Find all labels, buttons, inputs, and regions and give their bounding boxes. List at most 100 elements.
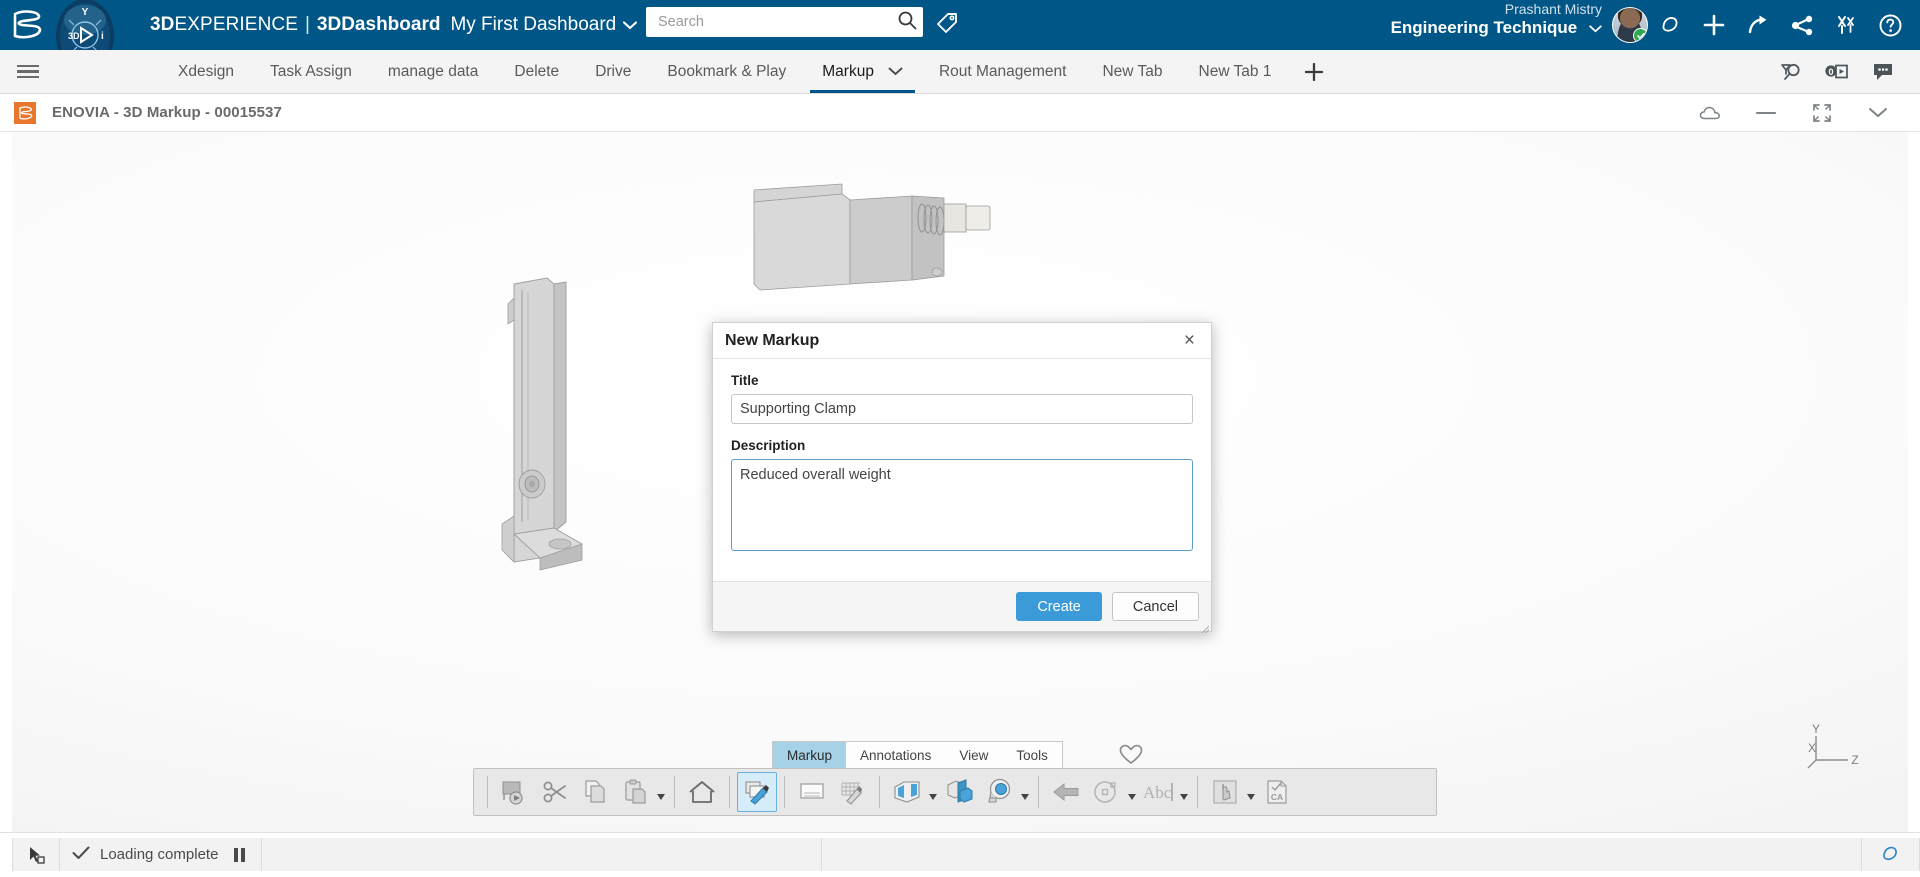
dashboard-chevron-down-icon[interactable] <box>623 17 638 35</box>
add-tab-button[interactable] <box>1289 50 1339 93</box>
tab-list: Xdesign Task Assign manage data Delete D… <box>160 50 1339 93</box>
markup-toolbar: Abc CA <box>473 768 1437 816</box>
circle-dropdown-caret-icon[interactable] <box>1126 772 1138 812</box>
status-badge-online <box>1633 28 1647 42</box>
description-field-label: Description <box>731 438 806 453</box>
chevron-down-icon[interactable] <box>1850 94 1906 132</box>
pick-cursor-icon[interactable] <box>12 838 60 871</box>
screen-capture-icon[interactable] <box>495 772 535 812</box>
circle-annotation-icon[interactable] <box>1086 772 1126 812</box>
close-icon[interactable]: × <box>1180 329 1199 352</box>
view-capture-icon[interactable] <box>887 772 927 812</box>
tab-task-assign[interactable]: Task Assign <box>252 50 370 93</box>
comments-icon[interactable] <box>1860 50 1906 94</box>
media-play-count-icon[interactable]: 0 <box>1814 50 1860 94</box>
tab-label: Task Assign <box>270 62 352 80</box>
cloud-icon[interactable] <box>1682 94 1738 132</box>
tab-delete[interactable]: Delete <box>496 50 577 93</box>
tab-manage-data[interactable]: manage data <box>370 50 497 93</box>
user-chevron-down-icon[interactable] <box>1589 19 1602 38</box>
dashboard-name[interactable]: My First Dashboard <box>450 14 616 36</box>
tab-rout-management[interactable]: Rout Management <box>921 50 1085 93</box>
status-bar-spacer-right <box>822 838 1862 871</box>
avatar[interactable] <box>1612 7 1648 43</box>
pause-icon[interactable] <box>234 847 246 862</box>
search-icon[interactable] <box>897 10 917 35</box>
measure-dropdown-caret-icon[interactable] <box>1019 772 1031 812</box>
paste-dropdown-caret-icon[interactable] <box>655 772 667 812</box>
social-share-icon[interactable] <box>1780 0 1824 50</box>
tab-new-tab-1[interactable]: New Tab 1 <box>1181 50 1290 93</box>
measure-tape-icon[interactable] <box>979 772 1019 812</box>
user-role[interactable]: Engineering Technique <box>1391 19 1602 38</box>
hamburger-menu-icon[interactable] <box>0 50 56 93</box>
description-textarea[interactable] <box>731 459 1193 551</box>
pointer-dropdown-caret-icon[interactable] <box>1245 772 1257 812</box>
enovia-3ds-icon <box>14 101 36 124</box>
user-block[interactable]: Prashant Mistry Engineering Technique <box>1391 1 1602 38</box>
tab-bar-actions: 0 <box>1768 50 1920 93</box>
tab-label: Delete <box>514 62 560 80</box>
search-input[interactable] <box>658 14 897 30</box>
dialog-resize-handle[interactable] <box>1200 620 1210 634</box>
cmdtab-annotations[interactable]: Annotations <box>846 742 945 768</box>
fullscreen-icon[interactable] <box>1794 94 1850 132</box>
notification-bell-icon[interactable] <box>1862 838 1920 871</box>
arrow-annotation-icon[interactable] <box>1046 772 1086 812</box>
section-view-icon[interactable] <box>939 772 979 812</box>
user-role-label: Engineering Technique <box>1390 18 1578 38</box>
tab-label: manage data <box>387 62 479 80</box>
export-ca-icon[interactable]: CA <box>1257 772 1297 812</box>
add-plus-icon[interactable] <box>1692 0 1736 50</box>
tab-new-tab[interactable]: New Tab <box>1084 50 1180 93</box>
tab-chevron-down-icon[interactable] <box>888 67 903 76</box>
app-title-bar: ENOVIA - 3D Markup - 00015537 <box>0 94 1920 132</box>
notification-bell-icon[interactable] <box>1648 0 1692 50</box>
cmdtab-markup[interactable]: Markup <box>773 742 847 768</box>
dialog-footer: Create Cancel <box>713 581 1211 631</box>
status-bar-spacer-left <box>262 838 822 871</box>
tab-drive[interactable]: Drive <box>577 50 649 93</box>
text-abc-icon[interactable]: Abc <box>1138 772 1178 812</box>
new-markup-icon[interactable] <box>737 772 777 812</box>
search-inspect-icon[interactable] <box>1768 50 1814 94</box>
svg-text:i: i <box>101 31 104 42</box>
search-box[interactable] <box>646 7 923 37</box>
cmdtab-tools[interactable]: Tools <box>1002 742 1062 768</box>
create-button[interactable]: Create <box>1016 592 1102 621</box>
title-input[interactable] <box>731 394 1193 424</box>
tab-label: Rout Management <box>938 62 1067 80</box>
copy-icon[interactable] <box>575 772 615 812</box>
collaboration-icon[interactable] <box>1824 0 1868 50</box>
tab-xdesign[interactable]: Xdesign <box>160 50 252 93</box>
heart-icon[interactable] <box>1118 742 1144 771</box>
dialog-body: Title Description <box>713 359 1211 566</box>
minimize-icon[interactable] <box>1738 94 1794 132</box>
tab-bookmark-and-play[interactable]: Bookmark & Play <box>649 50 804 93</box>
status-bar: Loading complete <box>0 832 1920 877</box>
svg-text:0: 0 <box>1828 67 1833 77</box>
svg-text:Y: Y <box>1812 722 1820 736</box>
cmdtab-label: Markup <box>787 747 833 763</box>
pointer-hand-icon[interactable] <box>1205 772 1245 812</box>
cut-scissors-icon[interactable] <box>535 772 575 812</box>
ds-logo-icon[interactable] <box>0 0 58 50</box>
cancel-button[interactable]: Cancel <box>1111 592 1199 621</box>
cmdtab-label: Tools <box>1016 747 1048 763</box>
slide-icon[interactable] <box>792 772 832 812</box>
paste-icon[interactable] <box>615 772 655 812</box>
view-capture-dropdown-caret-icon[interactable] <box>927 772 939 812</box>
toolbar-divider <box>1038 776 1039 808</box>
tab-label: Drive <box>595 62 632 80</box>
status-text: Loading complete <box>100 846 219 863</box>
home-icon[interactable] <box>682 772 722 812</box>
text-dropdown-caret-icon[interactable] <box>1178 772 1190 812</box>
help-icon[interactable] <box>1868 0 1912 50</box>
tab-markup[interactable]: Markup <box>804 50 921 93</box>
cmdtab-view[interactable]: View <box>945 742 1002 768</box>
cmdtab-label: Annotations <box>860 747 932 763</box>
grid-edit-icon[interactable] <box>832 772 872 812</box>
tab-label: New Tab <box>1102 62 1163 80</box>
share-arrow-icon[interactable] <box>1736 0 1780 50</box>
tag-icon[interactable] <box>932 8 962 38</box>
